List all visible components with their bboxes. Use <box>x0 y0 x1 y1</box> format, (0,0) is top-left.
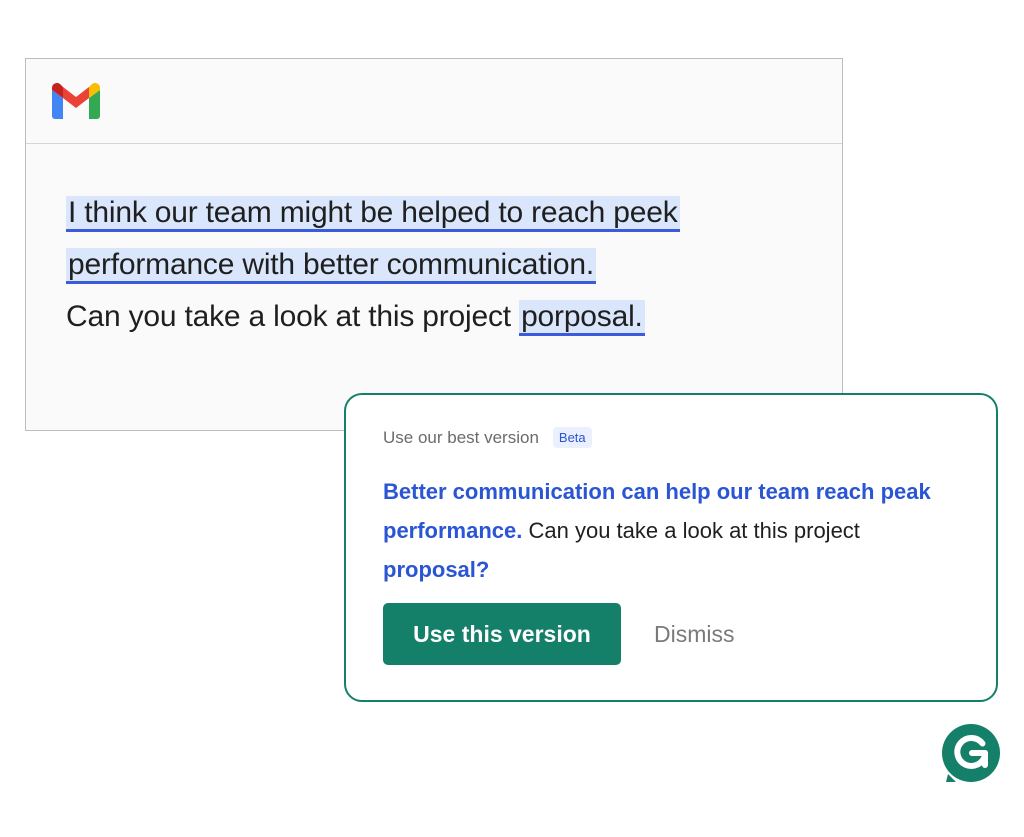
highlighted-sentence-part-1[interactable]: I think our team might be helped to reac… <box>66 196 680 232</box>
suggested-rewrite: Better communication can help our team r… <box>383 472 963 589</box>
email-line-3: Can you take a look at this project porp… <box>66 291 826 343</box>
email-line-1: I think our team might be helped to reac… <box>66 187 826 239</box>
highlighted-misspelling[interactable]: porposal. <box>519 300 645 336</box>
grammarly-logo-icon <box>942 724 1000 782</box>
beta-badge: Beta <box>552 427 592 448</box>
email-line-2: performance with better communication. <box>66 239 826 291</box>
suggested-change-2: proposal? <box>383 557 490 582</box>
email-plain-text: Can you take a look at this project <box>66 300 520 333</box>
email-body[interactable]: I think our team might be helped to reac… <box>66 187 826 343</box>
email-header <box>26 59 842 144</box>
stage: I think our team might be helped to reac… <box>0 0 1024 837</box>
gmail-logo-icon <box>52 83 100 119</box>
use-this-version-button[interactable]: Use this version <box>383 603 621 665</box>
dismiss-button[interactable]: Dismiss <box>646 603 743 665</box>
highlighted-sentence-part-2[interactable]: performance with better communication. <box>66 248 596 284</box>
suggested-unchanged-text: Can you take a look at this project <box>522 518 860 543</box>
email-window: I think our team might be helped to reac… <box>25 58 843 431</box>
suggestion-heading: Use our best version <box>383 427 539 447</box>
suggestion-card: Use our best version Beta Better communi… <box>344 393 998 702</box>
suggestion-header: Use our best version Beta <box>383 427 592 448</box>
